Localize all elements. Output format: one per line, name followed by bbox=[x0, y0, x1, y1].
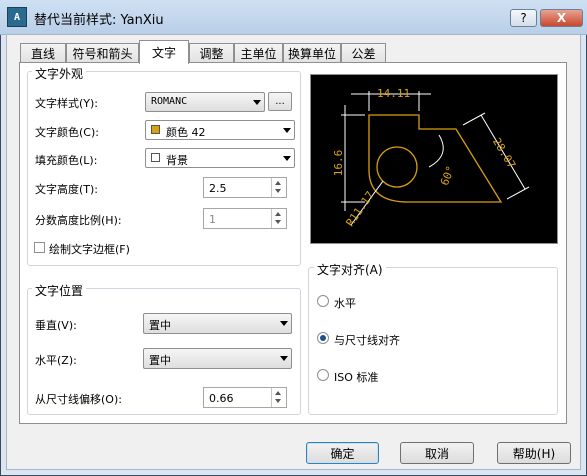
window-title: 替代当前样式: YanXiu bbox=[34, 13, 164, 28]
cancel-button[interactable]: 取消 bbox=[400, 442, 474, 464]
text-style-label: 文字样式(Y): bbox=[35, 97, 99, 110]
tab-lines[interactable]: 直线 bbox=[20, 43, 66, 63]
text-style-browse-button[interactable]: ... bbox=[268, 92, 292, 111]
cad-app-icon: A bbox=[7, 7, 27, 27]
align-iso-label: ISO 标准 bbox=[334, 371, 379, 384]
text-color-label: 文字颜色(C): bbox=[35, 126, 99, 139]
chevron-down-icon bbox=[280, 356, 288, 361]
text-alignment-label: 文字对齐(A) bbox=[314, 261, 386, 278]
chevron-down-icon bbox=[253, 100, 261, 105]
text-placement-label: 文字位置 bbox=[32, 282, 87, 299]
tab-alternate-units[interactable]: 换算单位 bbox=[283, 43, 341, 63]
align-horizontal-label: 水平 bbox=[334, 297, 356, 310]
chevron-down-icon bbox=[280, 321, 288, 326]
tab-primary-units[interactable]: 主单位 bbox=[234, 43, 283, 63]
text-color-dropdown[interactable]: 颜色 42 bbox=[145, 120, 295, 140]
text-style-value: ROMANC bbox=[151, 96, 188, 107]
dim-left-text: 16.6 bbox=[332, 150, 345, 177]
draw-frame-checkbox[interactable] bbox=[34, 242, 45, 253]
offset-value: 0.66 bbox=[209, 392, 234, 405]
ok-button[interactable]: 确定 bbox=[306, 442, 379, 464]
help-button[interactable]: 帮助(H) bbox=[497, 442, 571, 464]
offset-label: 从尺寸线偏移(O): bbox=[35, 393, 122, 406]
tab-text[interactable]: 文字 bbox=[139, 40, 189, 64]
spinner-buttons[interactable] bbox=[271, 209, 286, 228]
dim-radius-text: R11.17 bbox=[343, 189, 376, 229]
fill-color-dropdown[interactable]: 背景 bbox=[145, 148, 295, 168]
text-appearance-label: 文字外观 bbox=[32, 65, 87, 82]
vertical-value: 置中 bbox=[149, 319, 171, 332]
align-with-dimline-radio[interactable] bbox=[317, 332, 329, 344]
align-horizontal-radio[interactable] bbox=[317, 295, 329, 307]
chevron-down-icon bbox=[283, 156, 291, 161]
vertical-dropdown[interactable]: 置中 bbox=[143, 313, 292, 334]
align-with-dimline-label: 与尺寸线对齐 bbox=[334, 334, 400, 347]
arrow-down-icon bbox=[275, 189, 281, 193]
text-color-value: 颜色 42 bbox=[166, 126, 206, 139]
text-height-label: 文字高度(T): bbox=[35, 183, 99, 196]
tab-symbols-arrows[interactable]: 符号和箭头 bbox=[66, 43, 139, 63]
tab-tolerances[interactable]: 公差 bbox=[341, 43, 386, 63]
spinner-buttons[interactable] bbox=[271, 388, 286, 407]
chevron-down-icon bbox=[283, 128, 291, 133]
question-icon: ? bbox=[520, 11, 527, 25]
arrow-down-icon bbox=[275, 220, 281, 224]
dim-arc-angle bbox=[428, 134, 444, 168]
part-outline-shape bbox=[368, 114, 503, 203]
fraction-scale-spinner[interactable]: 1 bbox=[203, 208, 287, 229]
dim-right-text: 28.07 bbox=[490, 136, 518, 171]
fill-color-value: 背景 bbox=[166, 154, 188, 167]
arrow-down-icon bbox=[275, 399, 281, 403]
draw-frame-label: 绘制文字边框(F) bbox=[49, 243, 130, 256]
preview-labels: 14.11 16.6 28.07 60° R11.17 bbox=[332, 87, 518, 229]
fill-color-label: 填充颜色(L): bbox=[35, 154, 98, 167]
fraction-scale-value: 1 bbox=[209, 213, 216, 226]
dim-top-text: 14.11 bbox=[377, 87, 410, 100]
horizontal-value: 置中 bbox=[149, 354, 171, 367]
preview-part-outline bbox=[368, 114, 503, 203]
ext-line bbox=[462, 112, 486, 126]
fill-swatch-icon bbox=[151, 153, 160, 162]
dim-angle-text: 60° bbox=[438, 164, 457, 187]
horizontal-label: 水平(Z): bbox=[35, 354, 77, 367]
arrow-up-icon bbox=[275, 391, 281, 395]
color-swatch-icon bbox=[151, 125, 160, 134]
ext-line bbox=[506, 186, 530, 200]
horizontal-dropdown[interactable]: 置中 bbox=[143, 348, 292, 369]
preview-drawing: 14.11 16.6 28.07 60° R11.17 bbox=[332, 87, 530, 229]
text-style-dropdown[interactable]: ROMANC bbox=[145, 92, 265, 112]
close-icon: X bbox=[556, 11, 567, 25]
tab-fit[interactable]: 调整 bbox=[189, 43, 234, 63]
arrow-up-icon bbox=[275, 181, 281, 185]
fraction-scale-label: 分数高度比例(H): bbox=[35, 214, 122, 227]
text-height-spinner[interactable]: 2.5 bbox=[203, 177, 287, 198]
close-button[interactable]: X bbox=[540, 9, 583, 27]
offset-spinner[interactable]: 0.66 bbox=[203, 387, 287, 408]
align-iso-radio[interactable] bbox=[317, 369, 329, 381]
vertical-label: 垂直(V): bbox=[35, 319, 77, 332]
dimension-preview: 14.11 16.6 28.07 60° R11.17 bbox=[310, 74, 558, 244]
arrow-up-icon bbox=[275, 212, 281, 216]
spinner-buttons[interactable] bbox=[271, 178, 286, 197]
help-title-button[interactable]: ? bbox=[510, 9, 537, 27]
text-height-value: 2.5 bbox=[209, 182, 227, 195]
title-bar[interactable]: A 替代当前样式: YanXiu ? X bbox=[0, 0, 587, 35]
